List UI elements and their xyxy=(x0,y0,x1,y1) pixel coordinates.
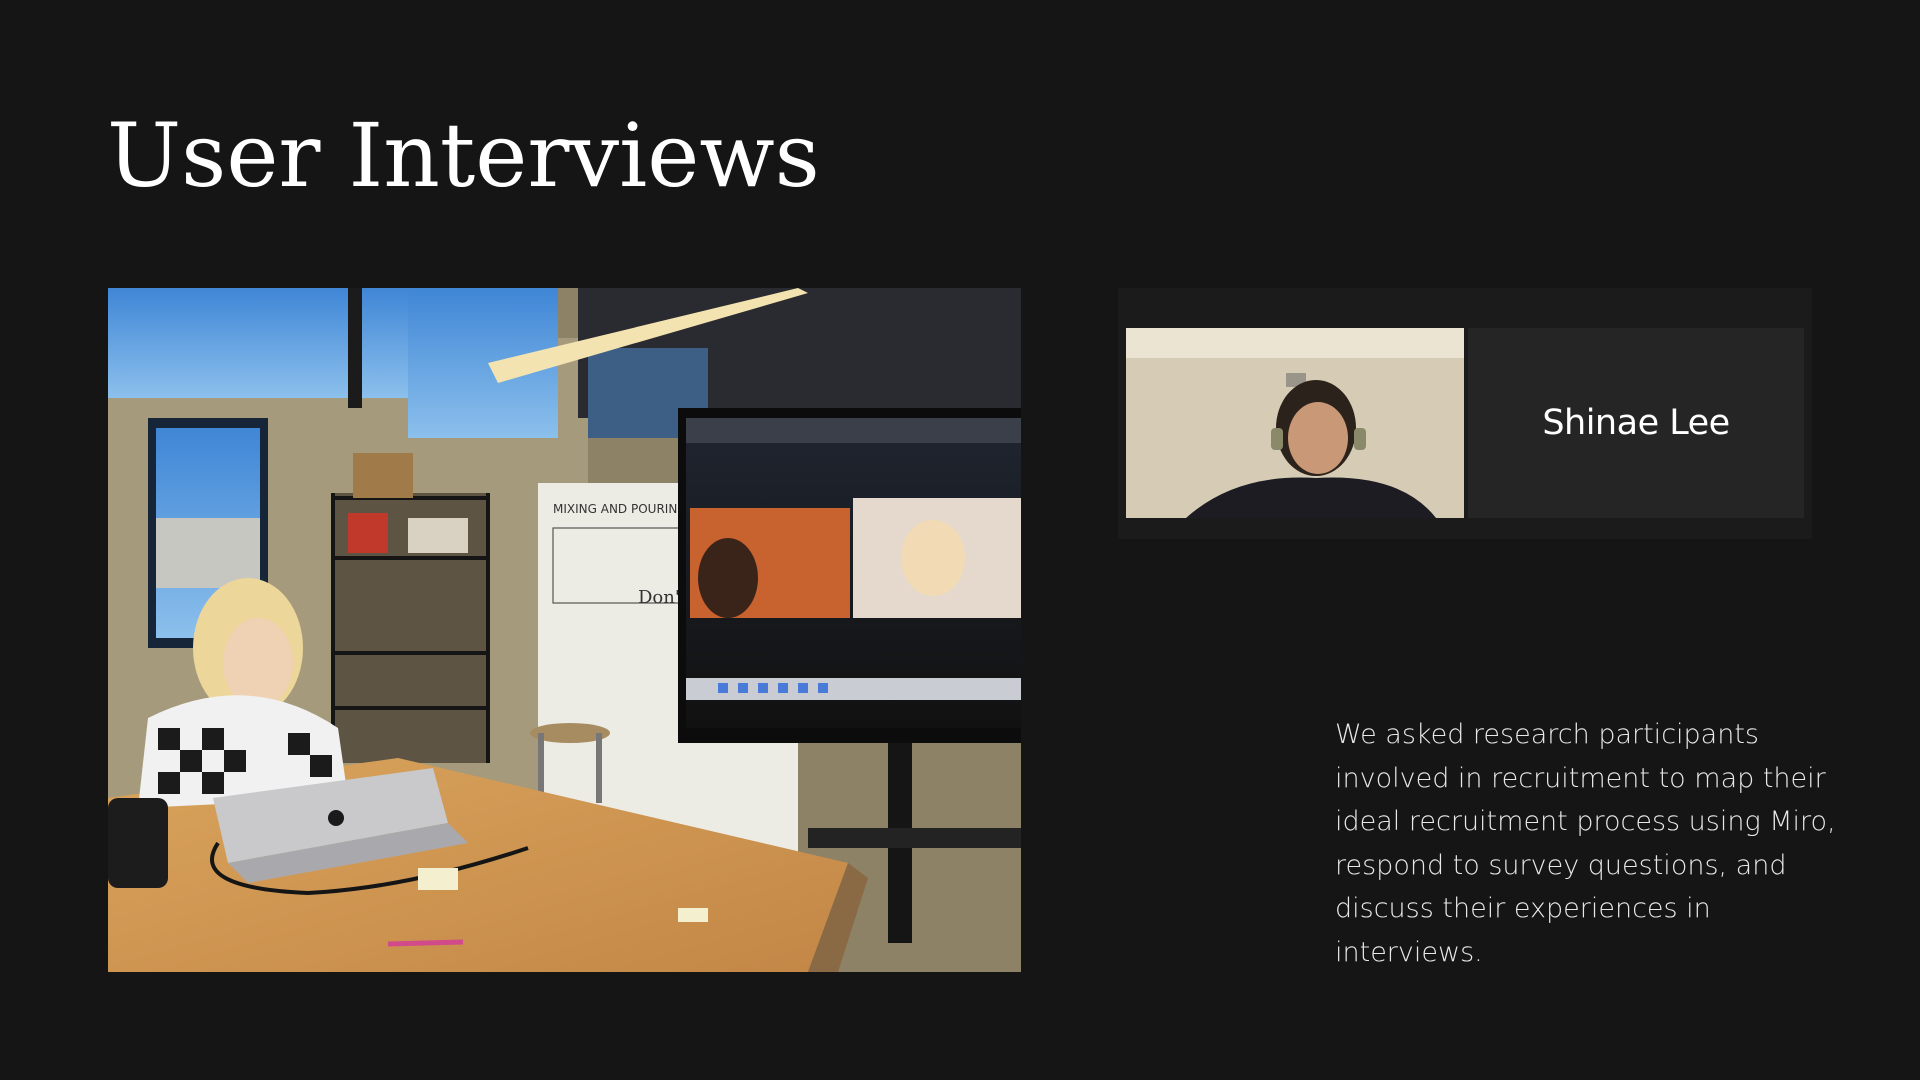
whiteboard-heading: MIXING AND POURING xyxy=(553,502,687,516)
participant-name: Shinae Lee xyxy=(1542,403,1730,443)
video-call-panel: Shinae Lee xyxy=(1118,288,1812,539)
participant-name-tile: Shinae Lee xyxy=(1468,328,1804,518)
apple-logo-icon xyxy=(328,810,344,826)
participant-video-tile xyxy=(1126,328,1464,518)
interview-room-photo: MIXING AND POURING Don't xyxy=(108,288,1021,972)
slide-description: We asked research participants involved … xyxy=(1335,719,1836,968)
slide-title: User Interviews xyxy=(107,104,820,207)
